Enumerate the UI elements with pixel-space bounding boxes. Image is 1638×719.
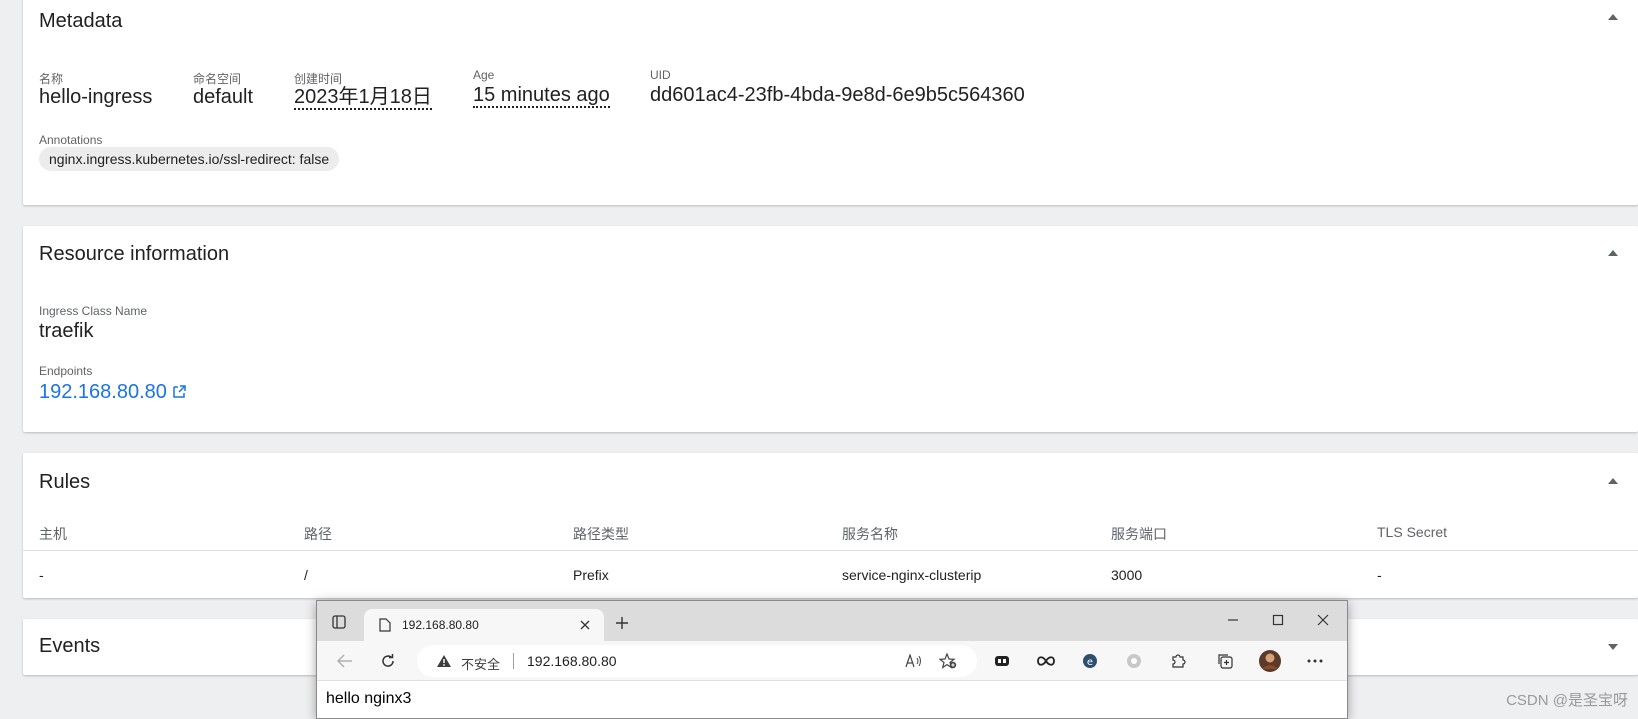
insecure-label[interactable]: 不安全 (461, 654, 500, 673)
refresh-icon[interactable] (375, 648, 401, 674)
profile-avatar[interactable] (1257, 648, 1283, 674)
metadata-card: Metadata 名称 hello-ingress 命名空间 default 创… (23, 0, 1638, 205)
uid-value: dd601ac4-23fb-4bda-9e8d-6e9b5c564360 (650, 84, 1025, 106)
ingress-class-value: traefik (39, 320, 94, 342)
cell-path: / (304, 567, 308, 583)
address-bar[interactable]: 不安全 192.168.80.80 (417, 645, 977, 677)
rules-title: Rules (39, 471, 91, 493)
namespace-value: default (193, 86, 254, 108)
annotations-label: Annotations (39, 133, 103, 147)
read-aloud-icon[interactable] (901, 648, 927, 674)
maximize-icon[interactable] (1265, 607, 1291, 633)
address-url[interactable]: 192.168.80.80 (527, 653, 617, 669)
browser-tab-bar: 192.168.80.80 (317, 601, 1347, 641)
created-label: 创建时间 (294, 72, 343, 86)
cell-tls-secret: - (1377, 567, 1382, 583)
more-options-icon[interactable] (1302, 648, 1328, 674)
age-label: Age (473, 68, 495, 82)
svg-text:e: e (1087, 657, 1093, 668)
header-service-name: 服务名称 (842, 526, 898, 542)
expand-events-icon[interactable] (1608, 644, 1618, 650)
collapse-resource-icon[interactable] (1608, 250, 1618, 256)
tab-title: 192.168.80.80 (402, 618, 479, 632)
extensions-icon[interactable] (1165, 648, 1191, 674)
favorite-icon[interactable] (935, 648, 961, 674)
browser-window: 192.168.80.80 不安全 192.168.80.80 e hello … (316, 600, 1348, 719)
header-path: 路径 (304, 526, 332, 542)
cell-service-link[interactable]: service-nginx-clusterip (842, 567, 981, 583)
table-divider (23, 550, 1638, 551)
extension-puzzle-dark-icon[interactable] (989, 648, 1015, 674)
name-label: 名称 (39, 72, 64, 86)
tab-actions-icon[interactable] (326, 609, 352, 635)
warning-icon[interactable] (431, 648, 457, 674)
address-separator (513, 653, 514, 669)
endpoint-link-text[interactable]: 192.168.80.80 (39, 381, 167, 403)
back-icon[interactable] (332, 648, 358, 674)
cell-path-type: Prefix (573, 567, 609, 583)
created-value[interactable]: 2023年1月18日 (294, 86, 432, 110)
page-icon (372, 612, 398, 638)
uid-label: UID (650, 68, 671, 82)
header-host: 主机 (39, 526, 67, 542)
close-tab-icon[interactable] (572, 612, 598, 638)
open-in-new-icon[interactable] (173, 381, 186, 404)
endpoints-label: Endpoints (39, 364, 93, 378)
close-window-icon[interactable] (1310, 607, 1336, 633)
header-service-port: 服务端口 (1111, 526, 1167, 542)
namespace-label: 命名空间 (193, 72, 242, 86)
ingress-class-label: Ingress Class Name (39, 304, 148, 318)
cell-service-port: 3000 (1111, 567, 1143, 583)
extension-gray-icon[interactable] (1121, 648, 1147, 674)
new-tab-icon[interactable] (609, 610, 635, 636)
endpoint-link[interactable]: 192.168.80.80 (39, 381, 186, 404)
extension-e-icon[interactable]: e (1077, 648, 1103, 674)
collapse-metadata-icon[interactable] (1608, 14, 1618, 20)
resource-title: Resource information (39, 243, 230, 265)
metadata-title: Metadata (39, 10, 123, 32)
minimize-icon[interactable] (1220, 607, 1246, 633)
header-path-type: 路径类型 (573, 526, 629, 542)
cell-host: - (39, 567, 44, 583)
events-title: Events (39, 635, 101, 657)
resource-card: Resource information Ingress Class Name … (23, 226, 1638, 432)
header-tls-secret: TLS Secret (1377, 524, 1448, 540)
age-value[interactable]: 15 minutes ago (473, 84, 610, 108)
infinity-icon[interactable] (1033, 648, 1059, 674)
browser-toolbar: 不安全 192.168.80.80 e (317, 641, 1347, 681)
collapse-rules-icon[interactable] (1608, 478, 1618, 484)
browser-tab[interactable]: 192.168.80.80 (364, 609, 604, 641)
name-value: hello-ingress (39, 86, 153, 108)
browser-page-text: hello nginx3 (326, 690, 412, 707)
annotation-chip: nginx.ingress.kubernetes.io/ssl-redirect… (39, 147, 340, 171)
collections-icon[interactable] (1212, 648, 1238, 674)
watermark: CSDN @是圣宝呀 (1506, 692, 1628, 709)
